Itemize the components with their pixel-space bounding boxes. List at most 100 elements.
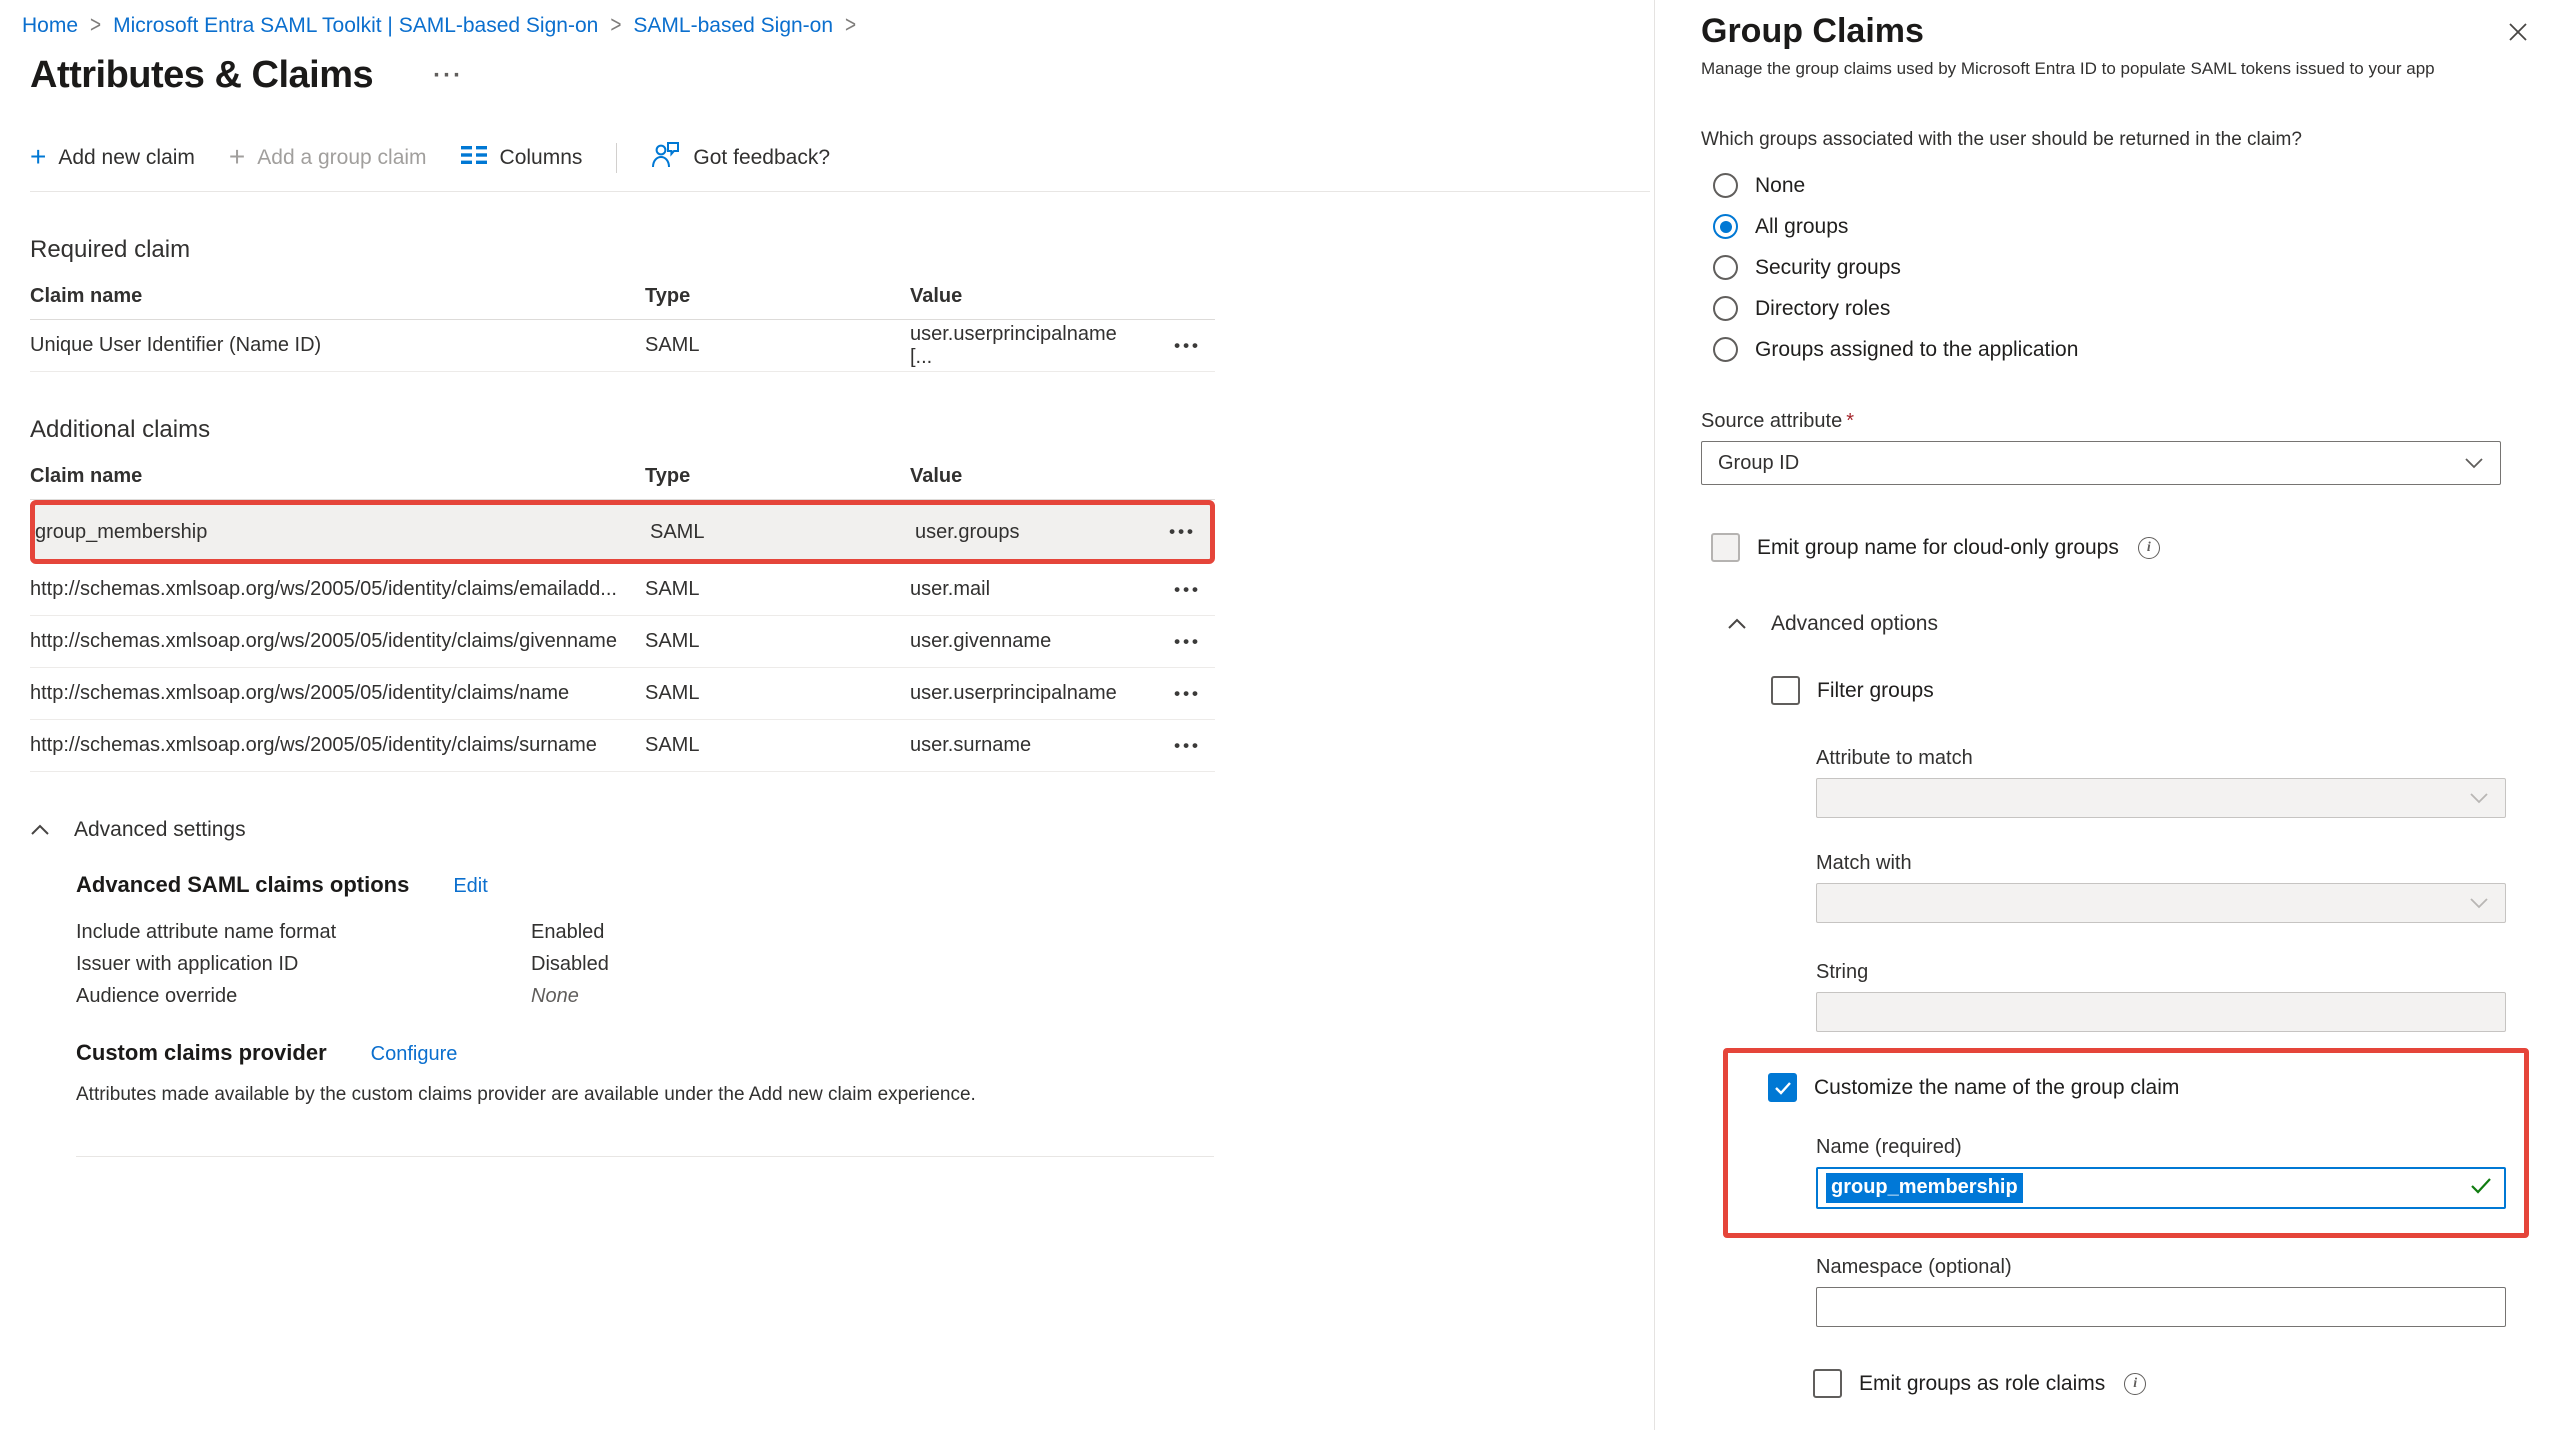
- source-attribute-label: Source attribute*: [1701, 410, 2530, 433]
- column-claim-name: Claim name: [30, 285, 645, 308]
- plus-icon: +: [30, 143, 46, 171]
- option-value: Enabled: [531, 916, 1654, 948]
- source-attribute-dropdown[interactable]: Group ID: [1701, 441, 2501, 485]
- page-more-icon[interactable]: ···: [433, 62, 463, 90]
- chevron-down-icon: [2469, 892, 2489, 915]
- radio-label: All groups: [1755, 215, 1848, 239]
- close-icon[interactable]: [2506, 20, 2530, 44]
- string-label: String: [1816, 961, 2530, 984]
- advanced-settings-toggle[interactable]: Advanced settings: [30, 818, 1654, 842]
- claim-name-cell: http://schemas.xmlsoap.org/ws/2005/05/id…: [30, 630, 645, 653]
- option-label: Include attribute name format: [76, 916, 531, 948]
- table-row[interactable]: http://schemas.xmlsoap.org/ws/2005/05/id…: [30, 720, 1215, 772]
- columns-button[interactable]: Columns: [461, 144, 583, 172]
- radio-circle-icon: [1713, 255, 1738, 280]
- toolbar: + Add new claim + Add a group claim Colu…: [30, 139, 1654, 177]
- string-input: [1816, 992, 2506, 1032]
- row-menu-icon[interactable]: •••: [1174, 336, 1215, 356]
- option-label: Issuer with application ID: [76, 948, 531, 980]
- valid-checkmark-icon: [2470, 1177, 2492, 1199]
- edit-link[interactable]: Edit: [453, 875, 487, 898]
- table-row[interactable]: http://schemas.xmlsoap.org/ws/2005/05/id…: [30, 616, 1215, 668]
- claim-value-cell: user.userprincipalname: [910, 682, 1140, 705]
- customize-name-checkbox[interactable]: [1768, 1073, 1797, 1102]
- radio-none[interactable]: None: [1713, 165, 2530, 206]
- customize-name-checkbox-row: Customize the name of the group claim: [1768, 1073, 2524, 1102]
- radio-selected-icon: [1713, 214, 1738, 239]
- row-menu-icon[interactable]: •••: [1174, 736, 1215, 756]
- breadcrumb-separator-icon: >: [845, 12, 856, 40]
- claim-name-cell: Unique User Identifier (Name ID): [30, 334, 645, 357]
- chevron-down-icon: [2464, 452, 2484, 475]
- customize-name-label: Customize the name of the group claim: [1814, 1076, 2179, 1100]
- filter-groups-checkbox[interactable]: [1771, 676, 1800, 705]
- column-value: Value: [910, 465, 1140, 488]
- table-row[interactable]: http://schemas.xmlsoap.org/ws/2005/05/id…: [30, 564, 1215, 616]
- main-content: Home > Microsoft Entra SAML Toolkit | SA…: [0, 0, 1654, 1430]
- advanced-options-label: Advanced options: [1771, 612, 1938, 636]
- name-required-label: Name (required): [1816, 1136, 2524, 1159]
- section-divider-line: [76, 1156, 1214, 1157]
- row-menu-icon[interactable]: •••: [1174, 684, 1215, 704]
- radio-groups-assigned[interactable]: Groups assigned to the application: [1713, 329, 2530, 370]
- emit-roles-checkbox[interactable]: [1813, 1369, 1842, 1398]
- filter-groups-label: Filter groups: [1817, 679, 1934, 703]
- source-attribute-text: Source attribute: [1701, 410, 1842, 432]
- row-menu-icon[interactable]: •••: [1174, 580, 1215, 600]
- add-new-claim-label: Add new claim: [58, 146, 195, 170]
- radio-directory-roles[interactable]: Directory roles: [1713, 288, 2530, 329]
- required-claim-table: Claim name Type Value Unique User Identi…: [30, 274, 1215, 372]
- claim-value-cell: user.mail: [910, 578, 1140, 601]
- add-group-claim-button[interactable]: + Add a group claim: [229, 146, 427, 171]
- chevron-up-icon: [30, 824, 50, 836]
- radio-label: Directory roles: [1755, 297, 1890, 321]
- option-label: Audience override: [76, 980, 531, 1012]
- radio-all-groups[interactable]: All groups: [1713, 206, 2530, 247]
- breadcrumb: Home > Microsoft Entra SAML Toolkit | SA…: [22, 14, 1654, 38]
- advanced-saml-claims-heading: Advanced SAML claims options: [76, 872, 409, 898]
- row-menu-icon[interactable]: •••: [1174, 632, 1215, 652]
- required-claim-heading: Required claim: [30, 236, 1654, 264]
- row-menu-icon[interactable]: •••: [1169, 522, 1210, 542]
- advanced-options-toggle[interactable]: Advanced options: [1727, 612, 2530, 636]
- claim-type-cell: SAML: [645, 334, 910, 357]
- radio-circle-icon: [1713, 296, 1738, 321]
- feedback-icon: [651, 141, 681, 175]
- check-icon: [1774, 1081, 1792, 1095]
- custom-claims-provider-heading: Custom claims provider: [76, 1040, 327, 1066]
- emit-group-name-checkbox: [1711, 533, 1740, 562]
- table-row[interactable]: http://schemas.xmlsoap.org/ws/2005/05/id…: [30, 668, 1215, 720]
- filter-groups-checkbox-row: Filter groups: [1771, 676, 2530, 705]
- radio-security-groups[interactable]: Security groups: [1713, 247, 2530, 288]
- attributes-and-claims-page: Home > Microsoft Entra SAML Toolkit | SA…: [0, 0, 2555, 1430]
- claim-type-cell: SAML: [650, 521, 915, 544]
- info-icon: i: [2124, 1373, 2146, 1395]
- emit-group-name-label: Emit group name for cloud-only groups: [1757, 536, 2119, 560]
- got-feedback-button[interactable]: Got feedback?: [651, 141, 830, 175]
- configure-link[interactable]: Configure: [371, 1043, 458, 1066]
- breadcrumb-home[interactable]: Home: [22, 14, 78, 38]
- add-new-claim-button[interactable]: + Add new claim: [30, 146, 195, 171]
- breadcrumb-separator-icon: >: [610, 12, 621, 40]
- table-row-group-membership[interactable]: group_membership SAML user.groups •••: [30, 500, 1215, 564]
- match-with-label: Match with: [1816, 852, 2530, 875]
- table-header-row: Claim name Type Value: [30, 274, 1215, 320]
- claim-value-cell: user.givenname: [910, 630, 1140, 653]
- table-row[interactable]: Unique User Identifier (Name ID) SAML us…: [30, 320, 1215, 372]
- breadcrumb-toolkit[interactable]: Microsoft Entra SAML Toolkit | SAML-base…: [113, 14, 598, 38]
- radio-label: Security groups: [1755, 256, 1901, 280]
- saml-options-list: Include attribute name format Enabled Is…: [76, 916, 1654, 1012]
- group-claims-panel: Group Claims Manage the group claims use…: [1654, 0, 2555, 1430]
- claim-name-cell: http://schemas.xmlsoap.org/ws/2005/05/id…: [30, 734, 645, 757]
- attribute-to-match-label: Attribute to match: [1816, 747, 2530, 770]
- page-title: Attributes & Claims: [30, 54, 373, 97]
- namespace-input[interactable]: [1816, 1287, 2506, 1327]
- breadcrumb-saml-signon[interactable]: SAML-based Sign-on: [633, 14, 833, 38]
- match-with-dropdown: [1816, 883, 2506, 923]
- advanced-settings-label: Advanced settings: [74, 818, 246, 842]
- name-input[interactable]: group_membership: [1816, 1167, 2506, 1209]
- column-claim-name: Claim name: [30, 465, 645, 488]
- add-group-claim-label: Add a group claim: [257, 146, 426, 170]
- claim-value-cell: user.groups: [915, 521, 1145, 544]
- claim-name-cell: http://schemas.xmlsoap.org/ws/2005/05/id…: [30, 682, 645, 705]
